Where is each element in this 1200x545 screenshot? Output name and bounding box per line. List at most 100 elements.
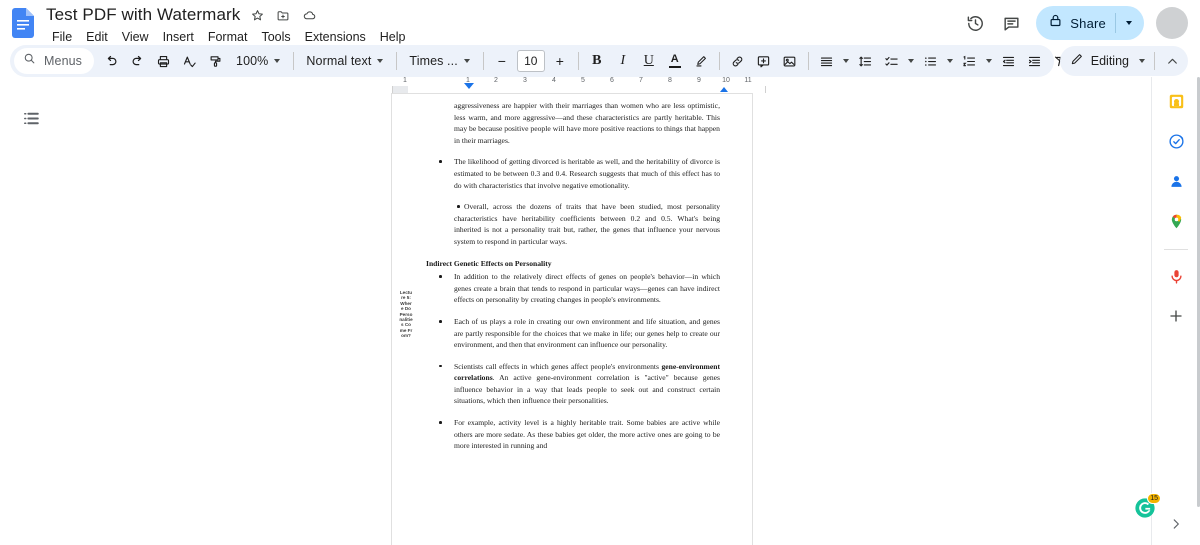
avatar[interactable] [1156, 7, 1188, 39]
paint-format-button[interactable] [202, 48, 228, 74]
zoom-dropdown[interactable]: 100% [228, 48, 288, 74]
grammarly-icon[interactable]: 15 [1134, 493, 1161, 519]
ruler-num: 2 [494, 77, 498, 84]
chevron-down-icon [274, 59, 281, 63]
hide-menus-button[interactable] [1158, 47, 1186, 75]
ruler-num: 5 [581, 77, 585, 84]
ruler-num: 6 [610, 77, 614, 84]
print-button[interactable] [150, 48, 176, 74]
chevron-down-icon [843, 59, 850, 63]
insert-image-button[interactable] [777, 48, 803, 74]
version-history-icon[interactable] [958, 6, 992, 40]
font-family-dropdown[interactable]: Times ... [402, 48, 477, 74]
align-dropdown-caret[interactable] [840, 48, 853, 74]
horizontal-ruler[interactable]: 1 1 2 3 4 5 6 7 8 9 10 11 [392, 77, 766, 94]
menu-view[interactable]: View [115, 27, 156, 47]
move-to-folder-icon[interactable] [272, 4, 294, 26]
font-size-input[interactable]: 10 [516, 50, 545, 72]
list-item-rich-text: Scientists call effects in which genes a… [454, 361, 720, 407]
text-color-letter: A [670, 52, 679, 65]
right-indent-marker[interactable] [720, 87, 728, 92]
grammarly-badge: 15 [1147, 493, 1161, 504]
text-suffix: . An active gene-environment correlation… [454, 373, 720, 406]
comment-history-icon[interactable] [994, 6, 1028, 40]
numbered-list-dropdown-caret[interactable] [983, 48, 996, 74]
list-item: The likelihood of getting divorced is he… [426, 156, 720, 191]
lock-icon [1048, 13, 1063, 33]
redo-button[interactable] [124, 48, 150, 74]
undo-button[interactable] [98, 48, 124, 74]
toolbar-separator [807, 52, 809, 70]
menu-help[interactable]: Help [373, 27, 413, 47]
bulleted-list-dropdown-caret[interactable] [944, 48, 957, 74]
search-placeholder: Menus [44, 54, 83, 68]
google-docs-window: Test PDF with Watermark File Edit View I… [0, 0, 1200, 545]
menu-format[interactable]: Format [201, 27, 255, 47]
underline-button[interactable]: U [636, 48, 662, 74]
spelling-check-button[interactable] [176, 48, 202, 74]
expand-side-panel-icon[interactable] [1161, 509, 1191, 539]
cloud-saved-icon[interactable] [298, 4, 320, 26]
watermark-text: Lecture 5: Where Do Personalities Come F… [399, 290, 413, 339]
highlight-color-button[interactable] [688, 48, 714, 74]
increase-font-size-button[interactable]: + [547, 48, 573, 74]
text-color-button[interactable]: A [662, 48, 688, 74]
google-docs-icon[interactable] [12, 8, 34, 38]
numbered-list-button[interactable] [957, 48, 983, 74]
share-button[interactable]: Share [1036, 6, 1144, 40]
search-menus-input[interactable]: Menus [14, 48, 95, 74]
header-actions: Share [958, 6, 1188, 40]
text-prefix: Scientists call effects in which genes a… [454, 361, 662, 371]
text-color-swatch [668, 65, 681, 69]
voice-recorder-icon[interactable] [1160, 260, 1192, 292]
bold-button[interactable]: B [584, 48, 610, 74]
menu-file[interactable]: File [45, 27, 79, 47]
search-icon [23, 52, 36, 70]
line-spacing-button[interactable] [853, 48, 879, 74]
google-contacts-icon[interactable] [1160, 165, 1192, 197]
google-maps-icon[interactable] [1160, 205, 1192, 237]
first-line-indent-marker[interactable] [464, 83, 474, 89]
bullet-dot-icon [439, 275, 442, 278]
document-canvas[interactable]: 1 1 2 3 4 5 6 7 8 9 10 11 Lecture 5: Whe… [62, 77, 1151, 545]
ruler-num: 10 [722, 77, 730, 84]
google-calendar-icon[interactable] [1160, 85, 1192, 117]
document-title[interactable]: Test PDF with Watermark [44, 5, 242, 25]
ruler-num: 11 [744, 77, 752, 84]
menu-insert[interactable]: Insert [156, 27, 201, 47]
ruler-num: 8 [668, 77, 672, 84]
checklist-button[interactable] [879, 48, 905, 74]
paragraph-style-dropdown[interactable]: Normal text [299, 48, 391, 74]
document-page[interactable]: Lecture 5: Where Do Personalities Come F… [392, 94, 752, 545]
share-dropdown-caret[interactable] [1116, 8, 1142, 38]
add-apps-icon[interactable] [1160, 300, 1192, 332]
increase-indent-button[interactable] [1022, 48, 1048, 74]
document-outline-icon[interactable] [14, 101, 48, 135]
chevron-down-icon [463, 59, 470, 63]
align-button[interactable] [814, 48, 840, 74]
add-comment-button[interactable] [751, 48, 777, 74]
app-header: Test PDF with Watermark File Edit View I… [0, 0, 1200, 45]
google-keep-icon[interactable] [1160, 125, 1192, 157]
menu-tools[interactable]: Tools [254, 27, 297, 47]
italic-button[interactable]: I [610, 48, 636, 74]
ruler-track [392, 86, 766, 93]
chevron-down-icon [377, 59, 384, 63]
insert-link-button[interactable] [725, 48, 751, 74]
decrease-font-size-button[interactable]: − [489, 48, 515, 74]
title-row: Test PDF with Watermark [44, 4, 958, 26]
editing-mode-dropdown[interactable]: Editing [1059, 46, 1188, 76]
checklist-dropdown-caret[interactable] [905, 48, 918, 74]
bulleted-list-button[interactable] [918, 48, 944, 74]
ruler-num: 3 [523, 77, 527, 84]
bullet-dot-icon [439, 421, 442, 424]
menu-edit[interactable]: Edit [79, 27, 115, 47]
chevron-down-icon [1139, 59, 1145, 63]
toolbar-separator [577, 52, 579, 70]
decrease-indent-button[interactable] [996, 48, 1022, 74]
toolbar-separator [482, 52, 484, 70]
chevron-down-icon [986, 59, 993, 63]
font-family-value: Times ... [409, 54, 458, 68]
menu-extensions[interactable]: Extensions [298, 27, 373, 47]
star-icon[interactable] [246, 4, 268, 26]
